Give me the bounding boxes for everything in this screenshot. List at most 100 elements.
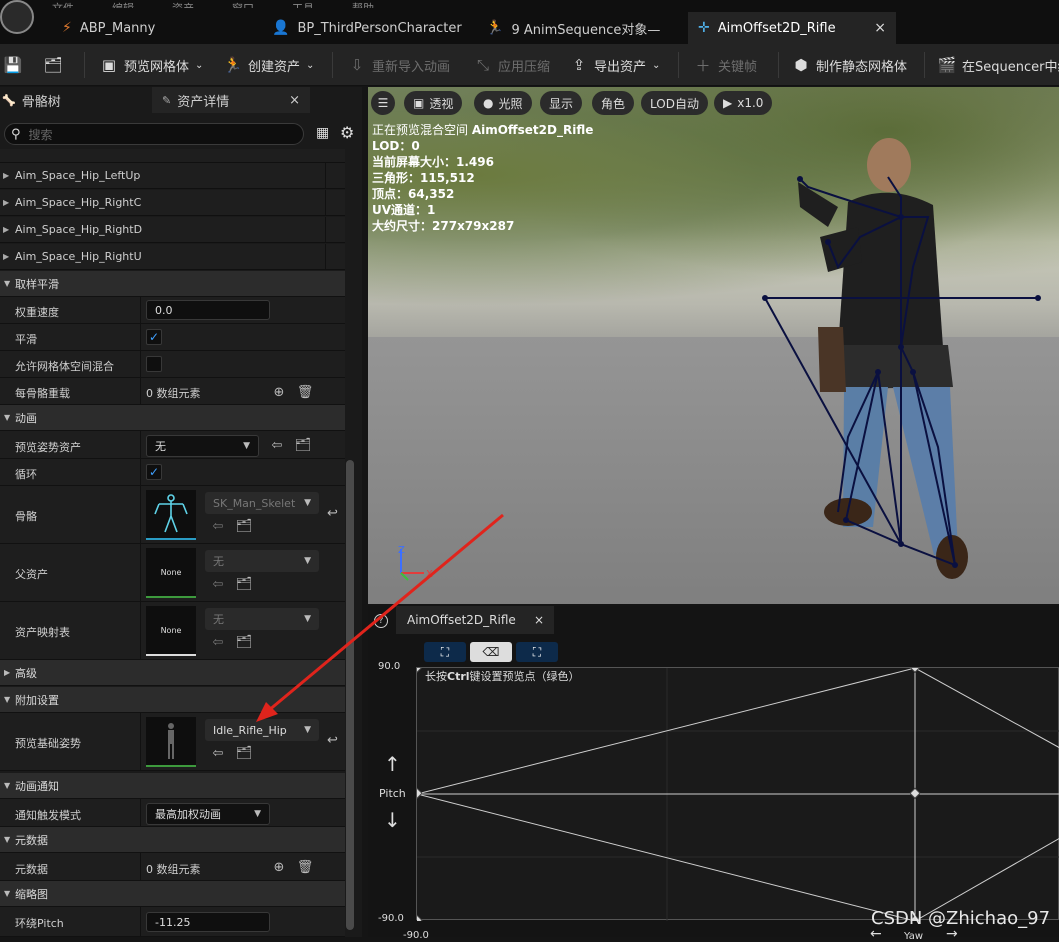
reimport-icon: ⇩ [350,56,364,74]
tab-abp-manny[interactable]: ⚡ ABP_Manny [52,12,252,44]
orbit-pitch-field[interactable]: -11.25 [146,912,270,932]
section-additive-settings[interactable]: ▼ 附加设置 [0,687,345,713]
preview-pose-dropdown[interactable]: 无 ▼ [146,435,259,457]
base-pose-thumbnail[interactable] [146,717,196,767]
section-metadata[interactable]: ▼ 元数据 [0,827,345,853]
parent-asset-thumbnail[interactable]: None [146,548,196,598]
prop-preview-pose-asset: 预览姿势资产 无 ▼ ⇦ 🗂 [0,431,345,459]
reset-arrow-icon[interactable]: ↩ [327,506,338,521]
y-min-label: -90.0 [378,913,404,924]
skeleton-thumbnail[interactable] [146,490,196,540]
list-item[interactable]: ▶ Aim_Space_Hip_LeftUp [0,163,345,189]
x-min-label: -90.0 [403,930,429,941]
list-item[interactable]: ▶ Aim_Space_Hip_RightU [0,244,345,270]
add-element-icon[interactable]: ⊕ [271,384,287,400]
tab-asset-details[interactable]: ✎ 资产详情 × [152,87,310,113]
browse-asset-icon[interactable]: 🗂 [236,634,253,650]
close-panel-icon[interactable]: × [289,93,300,108]
menu-file[interactable]: 文件 [52,0,74,8]
parent-asset-dropdown[interactable]: 无 ▼ [205,550,319,572]
expand-arrow-icon[interactable]: ▶ [3,198,9,207]
use-selected-icon[interactable]: ⇦ [210,745,226,761]
close-tab-icon[interactable]: × [874,20,886,36]
table-view-icon[interactable]: ▦ [316,125,329,141]
section-advanced[interactable]: ▶ 高级 [0,660,345,686]
list-item[interactable]: ▶ Aim_Space_Hip_RightC [0,190,345,216]
viewport-menu-button[interactable]: ☰ [371,91,395,115]
character-button[interactable]: 角色 [592,91,635,115]
trash-icon[interactable]: 🗑 [297,859,314,875]
loop-checkbox[interactable]: ✓ [146,464,162,480]
allow-mesh-space-checkbox[interactable] [146,356,162,372]
prop-metadata: 元数据 0 数组元素 ⊕ 🗑 [0,853,345,881]
menu-tools[interactable]: 工具 [292,0,314,8]
blendspace-editor: ? AimOffset2D_Rifle × ⛶ ⌫ ⛶ 90.0 -90.0 -… [368,606,1059,942]
asset-map-thumbnail[interactable]: None [146,606,196,656]
preview-viewport[interactable]: Z X ☰ ▣ 透视 ● 光照 显示 角色 LOD自动 ▶ x1.0 正在预览混合空间… [368,87,1059,604]
add-element-icon[interactable]: ⊕ [271,859,287,875]
grid-snap-button[interactable]: ⛶ [424,642,466,662]
browse-asset-icon[interactable]: 🗂 [236,518,253,534]
skeleton-dropdown[interactable]: SK_Man_Skelet ▼ [205,492,319,514]
open-in-sequencer-button[interactable]: 🎬 在Sequencer中编 [938,52,1059,78]
browse-asset-icon[interactable]: 🗂 [295,437,312,453]
browse-asset-icon[interactable]: 🗂 [236,745,253,761]
expand-arrow-icon[interactable]: ▶ [3,252,9,261]
label-toggle-button[interactable]: ⌫ [470,642,512,662]
section-animation[interactable]: ▼ 动画 [0,405,345,431]
smoothing-checkbox[interactable]: ✓ [146,329,162,345]
toolbar-divider [332,52,333,78]
expand-arrow-icon[interactable]: ▶ [3,171,9,180]
blendspace-grid[interactable]: 长按Ctrl键设置预览点（绿色） [411,661,1059,926]
list-item[interactable]: ▶ Aim_Space_Hip_RightD [0,217,345,243]
tab-anim-sequence[interactable]: 🏃 9 AnimSequence对象— [476,12,686,44]
tab-skeleton-tree[interactable]: 🦴 骨骼树 [2,87,61,113]
reimport-button[interactable]: ⇩ 重新导入动画 [348,52,450,78]
create-asset-button[interactable]: 🏃 创建资产 ⌄ [224,52,315,78]
help-icon[interactable]: ? [374,614,388,628]
stat-lod: LOD：0 [372,139,420,153]
section-sampling-smoothing[interactable]: ▼ 取样平滑 [0,271,345,297]
use-selected-icon[interactable]: ⇦ [210,576,226,592]
use-selected-icon[interactable]: ⇦ [269,437,285,453]
search-input[interactable]: ⚲ 搜索 [4,123,304,145]
skeleton-overlay [764,176,1038,567]
export-asset-button[interactable]: ⇪ 导出资产 ⌄ [570,52,661,78]
preview-mesh-button[interactable]: ▣ 预览网格体 ⌄ [100,52,204,78]
use-selected-icon[interactable]: ⇦ [210,518,226,534]
zoom-fit-button[interactable]: ⛶ [516,642,558,662]
use-selected-icon[interactable]: ⇦ [210,634,226,650]
show-button[interactable]: 显示 [540,91,583,115]
lit-button[interactable]: ● 光照 [474,91,532,115]
base-pose-dropdown[interactable]: Idle_Rifle_Hip ▼ [205,719,319,741]
menu-edit[interactable]: 编辑 [112,0,134,8]
asset-map-dropdown[interactable]: 无 ▼ [205,608,319,630]
reset-arrow-icon[interactable]: ↩ [327,733,338,748]
menu-window[interactable]: 窗口 [232,0,254,8]
lod-auto-button[interactable]: LOD自动 [641,91,708,115]
tab-aimoffset[interactable]: ✛ AimOffset2D_Rifle × [688,12,896,44]
menu-asset[interactable]: 资产 [172,0,194,8]
notify-mode-dropdown[interactable]: 最高加权动画 ▼ [146,803,270,825]
browse-button[interactable]: 🗂 [43,52,62,78]
tab-blendspace[interactable]: AimOffset2D_Rifle × [396,606,554,634]
make-static-mesh-button[interactable]: ⬢ 制作静态网格体 [792,52,907,78]
playback-speed-button[interactable]: ▶ x1.0 [714,91,773,115]
perspective-button[interactable]: ▣ 透视 [404,91,463,115]
prop-smoothing: 平滑 ✓ [0,324,345,351]
chevron-down-icon: ⌄ [306,59,315,71]
keyframe-button[interactable]: ＋ 关键帧 [694,52,757,78]
weight-speed-field[interactable]: 0.0 [146,300,270,320]
section-anim-notify[interactable]: ▼ 动画通知 [0,773,345,799]
section-thumbnail[interactable]: ▼ 缩略图 [0,881,345,907]
save-button[interactable]: 💾 [4,52,23,78]
tab-bp-thirdperson[interactable]: 👤 BP_ThirdPersonCharacter [262,12,472,44]
gear-icon[interactable]: ⚙ [340,123,354,142]
expand-arrow-icon[interactable]: ▶ [3,225,9,234]
browse-asset-icon[interactable]: 🗂 [236,576,253,592]
trash-icon[interactable]: 🗑 [297,384,314,400]
menu-help[interactable]: 帮助 [352,0,374,8]
close-tab-icon[interactable]: × [534,613,544,627]
details-scrollbar[interactable] [346,460,354,930]
apply-compression-button[interactable]: ⤡ 应用压缩 [474,52,550,78]
